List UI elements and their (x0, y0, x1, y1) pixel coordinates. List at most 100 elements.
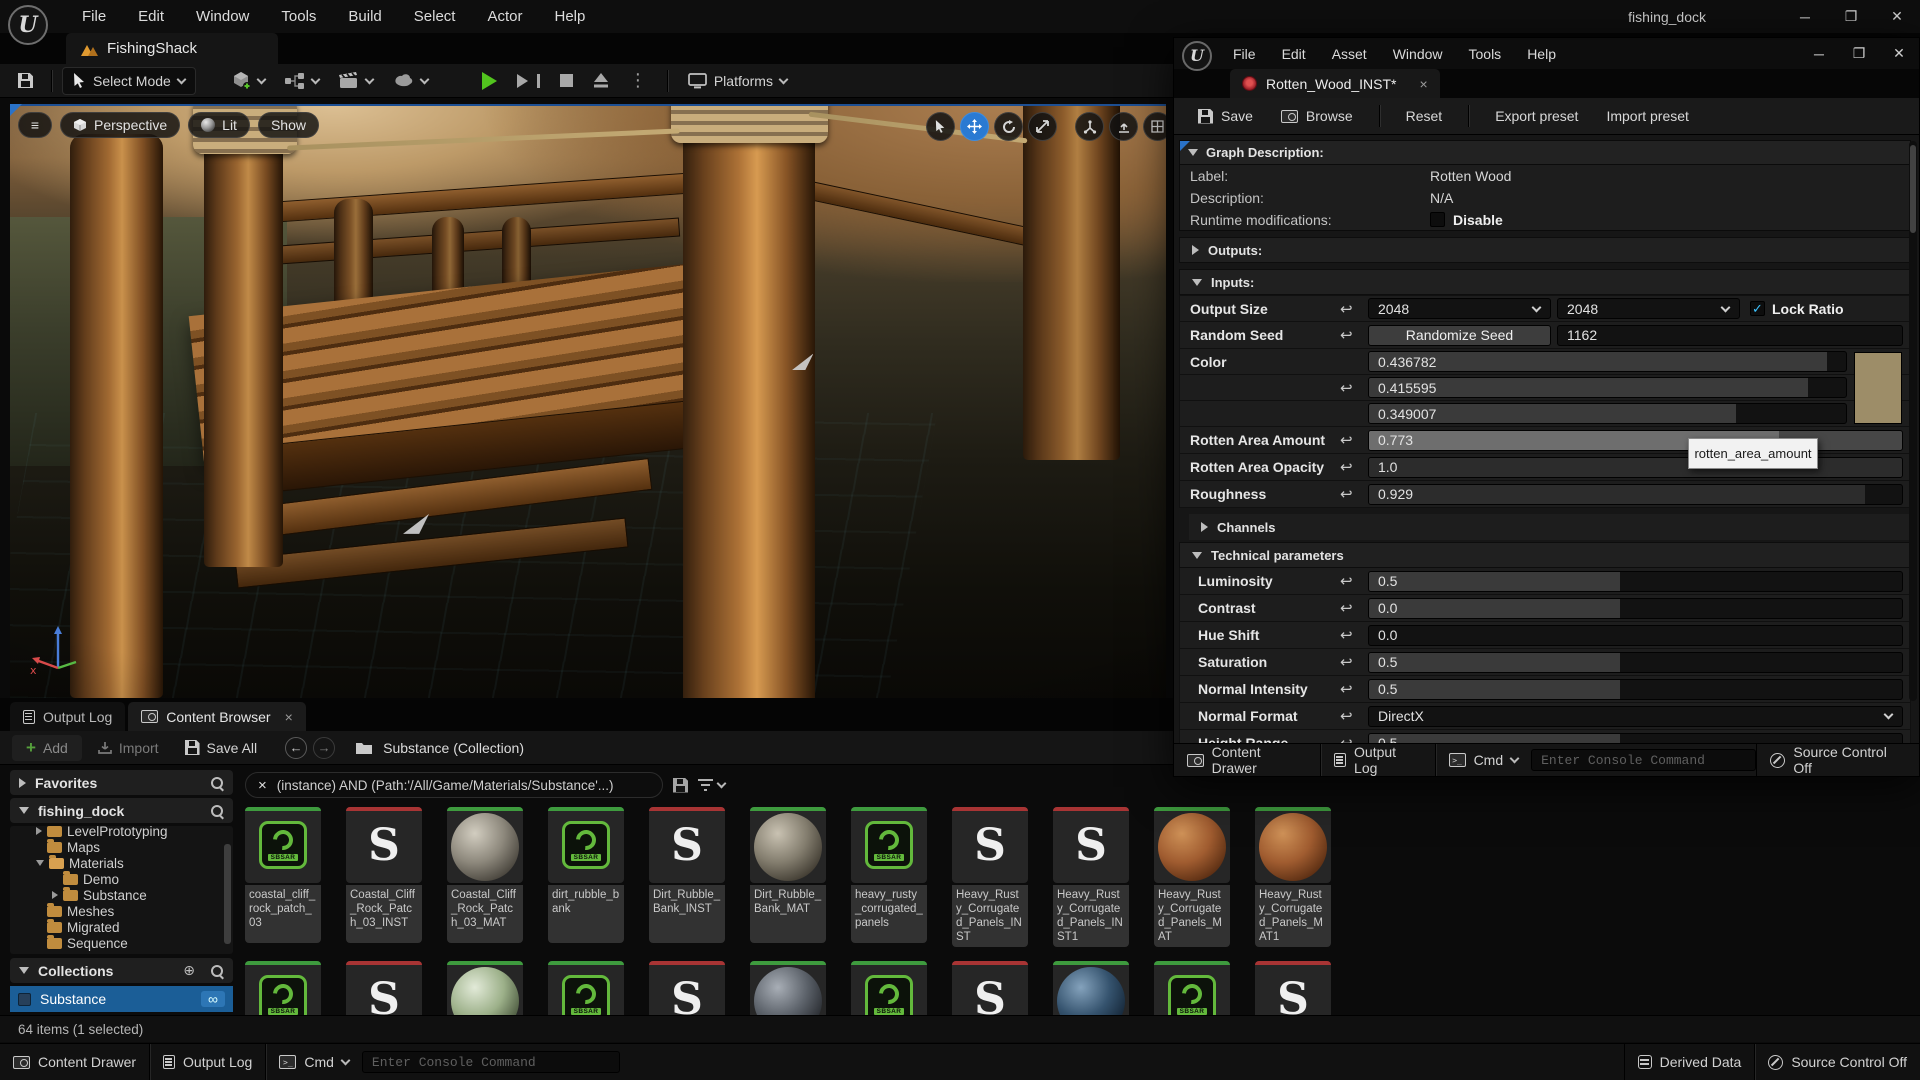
asset-tile[interactable]: SBSAR (851, 961, 927, 1015)
roughness-slider[interactable]: 0.929 (1368, 483, 1903, 505)
substance-scrollbar[interactable] (1909, 141, 1917, 701)
reset-button[interactable]: Reset (1394, 102, 1455, 130)
reset-arrow-icon[interactable]: ↩ (1340, 300, 1368, 318)
color-g-slider[interactable]: 0.415595 (1368, 377, 1847, 398)
reset-arrow-icon[interactable]: ↩ (1340, 680, 1368, 698)
reset-arrow-icon[interactable]: ↩ (1340, 379, 1368, 397)
add-actor-button[interactable] (222, 67, 275, 95)
grid-snap-button[interactable] (1143, 112, 1166, 141)
eject-button[interactable] (583, 67, 619, 95)
reset-arrow-icon[interactable]: ↩ (1340, 326, 1368, 344)
menu-help[interactable]: Help (1514, 46, 1569, 62)
play-button[interactable] (472, 67, 507, 95)
output-log-button[interactable]: Output Log (1321, 744, 1436, 776)
minimize-icon[interactable]: ─ (1799, 38, 1839, 69)
output-size-x-dropdown[interactable]: 2048 (1368, 298, 1551, 319)
random-seed-field[interactable]: 1162 (1557, 324, 1903, 346)
lock-ratio-checkbox[interactable]: ✓ (1750, 301, 1765, 316)
world-gizmo-button[interactable] (1075, 112, 1104, 141)
play-options-button[interactable]: ⋮ (619, 67, 657, 95)
asset-tile[interactable]: S (649, 961, 725, 1015)
randomize-seed-button[interactable]: Randomize Seed (1368, 324, 1551, 346)
asset-tile-heavy_rusty_corrugated_panels_mat1[interactable]: Heavy_Rusty_Corrugated_Panels_MAT1 (1255, 807, 1331, 948)
breadcrumb[interactable]: Substance (Collection) (383, 740, 524, 756)
tree-item-meshes[interactable]: Meshes (10, 902, 233, 919)
contrast-slider[interactable]: 0.0 (1368, 597, 1903, 619)
reset-arrow-icon[interactable]: ↩ (1340, 485, 1368, 503)
reset-arrow-icon[interactable]: ↩ (1340, 653, 1368, 671)
search-icon[interactable] (210, 776, 224, 790)
height-range-slider[interactable]: 0.5 (1368, 732, 1903, 743)
tree-item-sequence[interactable]: Sequence (10, 934, 233, 951)
luminosity-slider[interactable]: 0.5 (1368, 570, 1903, 592)
normal-format-dropdown[interactable]: DirectX (1368, 705, 1903, 727)
cinematics-button[interactable] (329, 67, 383, 95)
close-icon[interactable]: ✕ (1874, 0, 1920, 33)
asset-tile[interactable]: S (952, 961, 1028, 1015)
export-preset-button[interactable]: Export preset (1483, 102, 1590, 130)
menu-window[interactable]: Window (180, 8, 265, 25)
tree-item-maps[interactable]: Maps (10, 838, 233, 855)
outputs-section-header[interactable]: Outputs: (1179, 237, 1911, 263)
lit-button[interactable]: Lit (188, 112, 250, 138)
graph-description-header[interactable]: Graph Description: (1179, 140, 1911, 165)
menu-actor[interactable]: Actor (471, 8, 538, 25)
save-search-icon[interactable] (673, 777, 688, 793)
menu-tools[interactable]: Tools (1456, 46, 1515, 62)
asset-tile-coastal_cliff_rock_patch_03[interactable]: SBSAR coastal_cliff_rock_patch_03 (245, 807, 321, 943)
asset-tile-heavy_rusty_corrugated_panels_inst[interactable]: S Heavy_Rusty_Corrugated_Panels_INST (952, 807, 1028, 948)
back-icon[interactable]: ← (285, 736, 308, 759)
surface-snap-button[interactable] (1109, 112, 1138, 141)
disable-checkbox[interactable] (1430, 212, 1445, 227)
asset-tile-heavy_rusty_corrugated_panels[interactable]: SBSAR heavy_rusty_corrugated_panels (851, 807, 927, 943)
reset-arrow-icon[interactable]: ↩ (1340, 734, 1368, 743)
asset-tile-dirt_rubble_bank_inst[interactable]: S Dirt_Rubble_Bank_INST (649, 807, 725, 943)
output-size-y-dropdown[interactable]: 2048 (1557, 298, 1740, 319)
normal-intensity-slider[interactable]: 0.5 (1368, 678, 1903, 700)
asset-tile-coastal_cliff_rock_patch_03_inst[interactable]: S Coastal_Cliff_Rock_Patch_03_INST (346, 807, 422, 943)
frame-skip-button[interactable] (507, 67, 550, 95)
show-button[interactable]: Show (257, 112, 319, 138)
tree-item-materials[interactable]: Materials (10, 854, 233, 871)
project-header[interactable]: fishing_dock (10, 798, 233, 823)
color-swatch[interactable] (1854, 352, 1902, 424)
asset-tile[interactable]: SBSAR (1154, 961, 1230, 1015)
asset-tile[interactable]: SBSAR (245, 961, 321, 1015)
menu-tools[interactable]: Tools (265, 8, 332, 25)
select-mode-button[interactable]: Select Mode (62, 66, 196, 95)
viewport-options-button[interactable]: ≡ (18, 112, 52, 138)
clear-search-icon[interactable]: × (258, 777, 267, 794)
cmd-dropdown[interactable]: >_ Cmd (1436, 744, 1532, 776)
add-collection-icon[interactable]: ⊕ (183, 962, 195, 979)
tree-scrollbar[interactable] (224, 844, 231, 944)
asset-tile[interactable] (750, 961, 826, 1015)
saturation-slider[interactable]: 0.5 (1368, 651, 1903, 673)
platforms-button[interactable]: Platforms (678, 67, 797, 95)
filter-button[interactable] (698, 778, 727, 791)
close-icon[interactable]: × (285, 709, 293, 725)
search-icon[interactable] (210, 804, 224, 818)
asset-tile[interactable]: SBSAR (548, 961, 624, 1015)
blueprints-button[interactable] (275, 67, 329, 95)
tab-rotten-wood-inst[interactable]: Rotten_Wood_INST* × (1230, 69, 1440, 98)
console-command-input[interactable]: Enter Console Command (361, 1051, 620, 1073)
collections-header[interactable]: Collections ⊕ (10, 958, 233, 983)
browse-button[interactable]: Browse (1269, 102, 1365, 130)
technical-parameters-header[interactable]: Technical parameters (1179, 542, 1911, 568)
add-button[interactable]: + Add (12, 734, 82, 761)
output-log-button[interactable]: Output Log (150, 1044, 267, 1080)
menu-build[interactable]: Build (332, 8, 397, 25)
perspective-button[interactable]: Perspective (60, 112, 181, 138)
maximize-icon[interactable]: ❐ (1828, 0, 1874, 33)
tab-output-log[interactable]: Output Log (10, 702, 126, 731)
asset-tile[interactable] (1053, 961, 1129, 1015)
save-level-icon[interactable] (18, 73, 33, 88)
asset-tile-dirt_rubble_bank[interactable]: SBSAR dirt_rubble_bank (548, 807, 624, 943)
scale-tool-button[interactable] (1028, 112, 1057, 141)
cmd-dropdown[interactable]: >_ Cmd (266, 1044, 362, 1080)
tree-item-migrated[interactable]: Migrated (10, 918, 233, 935)
tree-item-demo[interactable]: Demo (10, 870, 233, 887)
reset-arrow-icon[interactable]: ↩ (1340, 458, 1368, 476)
source-control-button[interactable]: Source Control Off (1756, 744, 1919, 776)
derived-data-button[interactable]: Derived Data (1623, 1044, 1756, 1080)
